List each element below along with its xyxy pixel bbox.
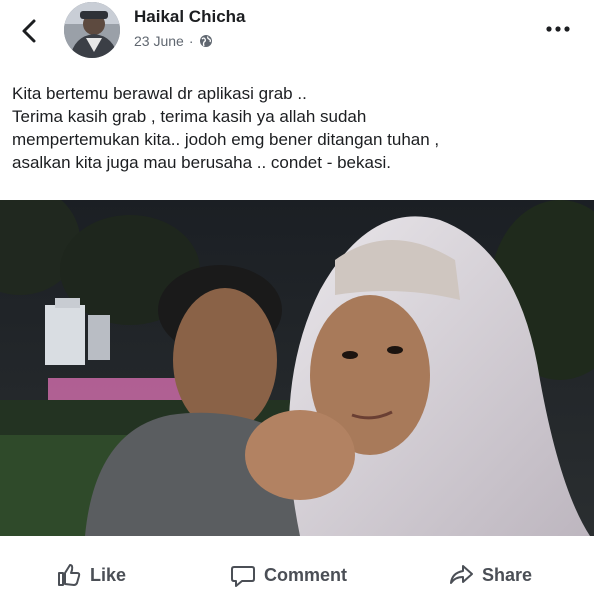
post-photo[interactable] bbox=[0, 200, 594, 536]
caption-line: Terima kasih grab , terima kasih ya alla… bbox=[12, 107, 367, 126]
share-label: Share bbox=[482, 564, 533, 585]
like-label: Like bbox=[90, 564, 127, 585]
comment-label: Comment bbox=[264, 564, 348, 585]
more-horizontal-icon bbox=[546, 26, 570, 32]
meta-separator: · bbox=[188, 33, 194, 49]
share-icon bbox=[450, 565, 473, 584]
avatar[interactable] bbox=[64, 2, 120, 58]
post-caption: Kita bertemu berawal dr aplikasi grab ..… bbox=[12, 82, 582, 174]
post-actions: Like Comment Share bbox=[0, 556, 594, 598]
globe-icon bbox=[199, 35, 212, 47]
post-header: Haikal Chicha 23 June · bbox=[0, 0, 594, 70]
back-button[interactable] bbox=[16, 16, 42, 46]
post-meta: 23 June · bbox=[134, 33, 213, 49]
like-button[interactable]: Like bbox=[56, 562, 126, 588]
author-name[interactable]: Haikal Chicha bbox=[134, 7, 246, 27]
post-date[interactable]: 23 June bbox=[134, 33, 184, 49]
share-button[interactable]: Share bbox=[448, 562, 532, 588]
caption-line: Kita bertemu berawal dr aplikasi grab .. bbox=[12, 84, 307, 103]
thumbs-up-icon bbox=[58, 564, 81, 586]
comment-icon bbox=[231, 566, 255, 587]
more-options-button[interactable] bbox=[543, 20, 573, 38]
chevron-left-icon bbox=[22, 19, 36, 43]
caption-line: mempertemukan kita.. jodoh emg bener dit… bbox=[12, 130, 440, 149]
caption-line: asalkan kita juga mau berusaha .. condet… bbox=[12, 153, 391, 172]
comment-button[interactable]: Comment bbox=[230, 562, 347, 588]
